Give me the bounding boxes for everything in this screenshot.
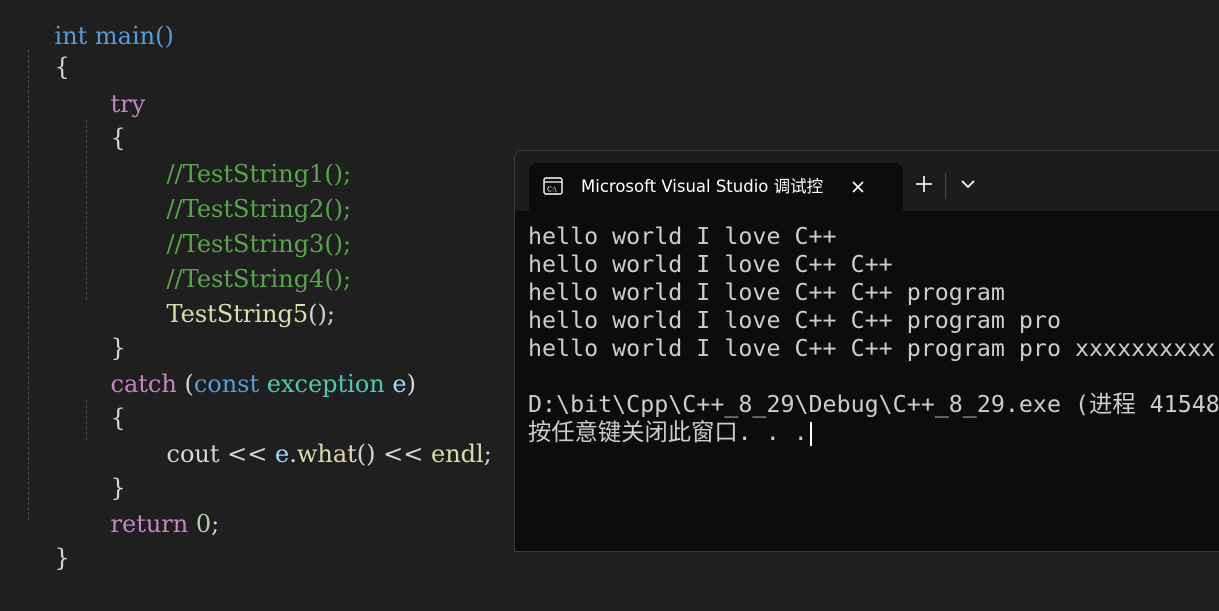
output-line: hello world I love C++ xyxy=(528,223,837,250)
plus-icon[interactable] xyxy=(913,173,935,195)
output-line-path: D:\bit\Cpp\C++_8_29\Debug\C++_8_29.exe (… xyxy=(528,391,1219,418)
code-text: (); xyxy=(308,300,335,328)
code-line-open-brace: { xyxy=(24,15,70,81)
function-call: TestString5 xyxy=(166,300,309,328)
code-line-comment-2: //TestString2(); xyxy=(136,157,352,223)
output-line-prompt: 按任意键关闭此窗口. . . xyxy=(528,419,1219,447)
code-line-comment-1: //TestString1(); xyxy=(136,122,352,188)
code-line-return: return 0; xyxy=(80,472,220,538)
code-line-catch-close: } xyxy=(80,436,126,502)
variable-e: e xyxy=(392,370,407,398)
keyword-return: return xyxy=(110,510,189,538)
output-line: hello world I love C++ C++ xyxy=(528,251,893,278)
indent-guide xyxy=(28,50,29,520)
terminal-tab[interactable]: C:\ Microsoft Visual Studio 调试控 xyxy=(529,163,903,211)
code-line-comment-4: //TestString4(); xyxy=(136,227,352,293)
prompt-text: 按任意键关闭此窗口. . . xyxy=(528,419,808,446)
code-text: ; xyxy=(211,510,220,538)
terminal-icon: C:\ xyxy=(543,177,563,195)
code-text: { xyxy=(54,53,70,81)
terminal-tab-title: Microsoft Visual Studio 调试控 xyxy=(581,177,824,196)
code-line-close-brace: } xyxy=(24,506,70,572)
code-line-comment-3: //TestString3(); xyxy=(136,192,352,258)
code-line-try: try xyxy=(80,52,146,118)
code-text: int main() xyxy=(54,22,174,50)
keyword-const: const xyxy=(193,370,260,398)
code-text: . xyxy=(289,440,297,468)
code-text: { xyxy=(110,404,126,432)
output-line: hello world I love C++ C++ program pro x… xyxy=(528,335,1216,362)
terminal-tab-bar: C:\ Microsoft Visual Studio 调试控 xyxy=(515,151,1219,211)
code-line-cout: cout << e.what() << endl; xyxy=(136,402,492,468)
number-literal: 0 xyxy=(188,510,212,538)
code-line-call: TestString5(); xyxy=(136,262,335,328)
terminal-window[interactable]: C:\ Microsoft Visual Studio 调试控 hello wo… xyxy=(514,150,1219,552)
output-line: hello world I love C++ C++ program xyxy=(528,279,1005,306)
identifier-endl: endl xyxy=(431,440,484,468)
output-line: hello world I love C++ C++ program pro xyxy=(528,307,1061,334)
tab-divider xyxy=(945,173,946,199)
code-line-catch: catch (const exception e) xyxy=(80,332,416,398)
text-cursor xyxy=(809,421,812,446)
identifier-cout: cout xyxy=(166,440,220,468)
code-line-catch-open: { xyxy=(80,366,126,432)
code-text: { xyxy=(110,124,126,152)
chevron-down-icon[interactable] xyxy=(959,175,977,193)
variable-e: e xyxy=(275,440,290,468)
code-line-try-open: { xyxy=(80,86,126,152)
type-exception: exception xyxy=(266,370,385,398)
code-text: ) xyxy=(406,370,416,398)
code-line-try-close: } xyxy=(80,296,126,362)
operator: << xyxy=(219,440,275,468)
svg-text:C:\: C:\ xyxy=(547,186,557,194)
operator: << xyxy=(375,440,432,468)
code-text: () xyxy=(356,440,376,468)
code-text: ( xyxy=(176,370,194,398)
code-text: } xyxy=(54,544,70,572)
close-icon[interactable] xyxy=(847,176,869,198)
method-what: what xyxy=(296,440,357,468)
code-text: ; xyxy=(483,440,492,468)
terminal-output[interactable]: hello world I love C++ hello world I lov… xyxy=(528,223,1219,447)
